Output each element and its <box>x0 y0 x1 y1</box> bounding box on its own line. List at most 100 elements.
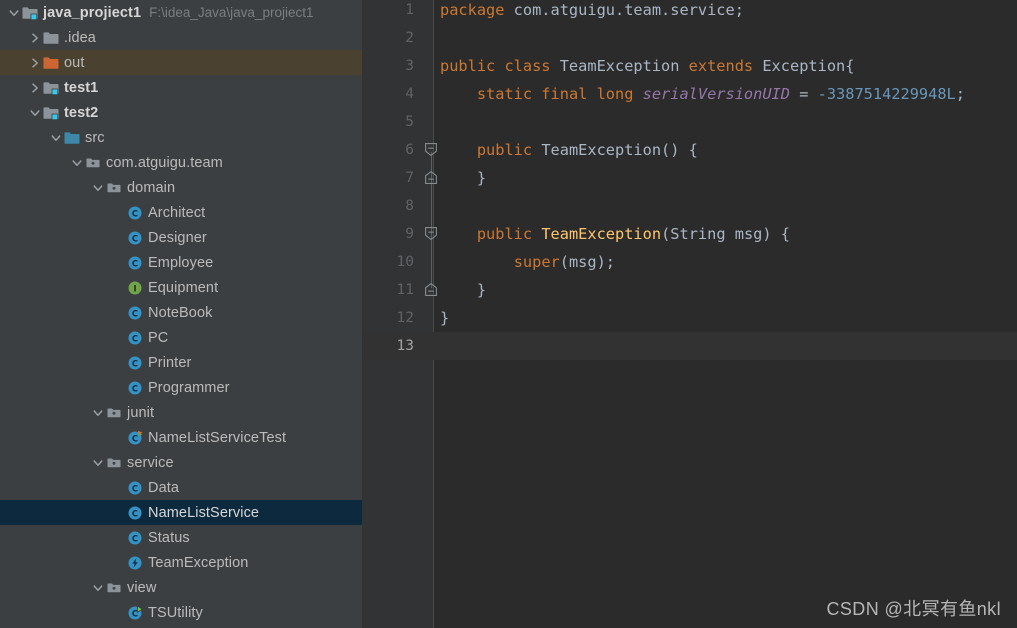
chevron-right-icon[interactable] <box>27 25 43 50</box>
fold-collapse-up-icon[interactable] <box>424 276 440 304</box>
tree-item-test1[interactable]: test1 <box>0 75 362 100</box>
tree-item-designer[interactable]: C Designer <box>0 225 362 250</box>
java-class-icon: C <box>127 230 143 246</box>
code-line-12[interactable]: 12} <box>362 304 1017 332</box>
tree-item-service[interactable]: service <box>0 450 362 475</box>
code-line-4[interactable]: 4 static final long serialVersionUID = -… <box>362 80 1017 108</box>
tree-item-label: TSUtility <box>148 604 203 621</box>
tree-item-label: NoteBook <box>148 304 213 321</box>
tree-item-programmer[interactable]: C Programmer <box>0 375 362 400</box>
package-icon <box>106 455 122 471</box>
tree-item-label: .idea <box>64 29 96 46</box>
tree-chevron-placeholder <box>111 525 127 550</box>
tree-chevron-placeholder <box>111 375 127 400</box>
java-test-class-icon: C <box>127 430 143 446</box>
code-line-10[interactable]: 10 super(msg); <box>362 248 1017 276</box>
line-number: 12 <box>396 310 414 326</box>
svg-text:C: C <box>132 258 138 268</box>
line-number: 7 <box>405 170 414 186</box>
tree-item-label: domain <box>127 179 176 196</box>
tree-chevron-placeholder <box>111 350 127 375</box>
tree-item-printer[interactable]: C Printer <box>0 350 362 375</box>
code-line-6[interactable]: 6 public TeamException() { <box>362 136 1017 164</box>
tree-chevron-placeholder <box>111 500 127 525</box>
tree-item-teamexception[interactable]: TeamException <box>0 550 362 575</box>
code-editor[interactable]: 1 package com.atguigu.team.service; 2 3 publ… <box>362 0 1017 628</box>
code-line-8[interactable]: 8 <box>362 192 1017 220</box>
line-number: 3 <box>405 58 414 74</box>
chevron-down-icon[interactable] <box>90 400 106 425</box>
fold-collapse-down-icon[interactable] <box>424 220 440 248</box>
tree-item-status[interactable]: C Status <box>0 525 362 550</box>
package-icon <box>106 405 122 421</box>
module-folder-icon <box>43 105 59 121</box>
code-text: public TeamException(String msg) { <box>476 225 790 243</box>
code-line-13[interactable]: 13 <box>362 332 1017 360</box>
package-icon <box>106 180 122 196</box>
code-text: } <box>440 169 487 187</box>
tree-item-domain[interactable]: domain <box>0 175 362 200</box>
java-class-icon: C <box>127 355 143 371</box>
code-text: package com.atguigu.team.service; <box>440 1 744 19</box>
tree-item-test2[interactable]: test2 <box>0 100 362 125</box>
svg-text:C: C <box>132 308 138 318</box>
svg-text:C: C <box>132 358 138 368</box>
chevron-down-icon[interactable] <box>48 125 64 150</box>
code-line-3[interactable]: 3 public class TeamException extends Exce… <box>362 52 1017 80</box>
tree-item-label: Designer <box>148 229 207 246</box>
tree-item-label: Architect <box>148 204 206 221</box>
line-number: 13 <box>396 338 414 354</box>
line-number: 10 <box>396 254 414 270</box>
project-tree[interactable]: java_projiect1 F:\idea_Java\java_projiect… <box>0 0 362 625</box>
tree-item-namelistservicetest[interactable]: C NameListServiceTest <box>0 425 362 450</box>
line-number: 4 <box>405 86 414 102</box>
tree-item-label: java_projiect1 <box>43 4 142 21</box>
tree-item-tsutility[interactable]: C TSUtility <box>0 600 362 625</box>
chevron-down-icon[interactable] <box>90 175 106 200</box>
tree-item--idea[interactable]: .idea <box>0 25 362 50</box>
tree-item-pc[interactable]: C PC <box>0 325 362 350</box>
tree-item-out[interactable]: out <box>0 50 362 75</box>
code-line-9[interactable]: 9 public TeamException(String msg) { <box>362 220 1017 248</box>
chevron-right-icon[interactable] <box>27 75 43 100</box>
line-number: 5 <box>405 114 414 130</box>
tree-item-equipment[interactable]: I Equipment <box>0 275 362 300</box>
tree-item-notebook[interactable]: C NoteBook <box>0 300 362 325</box>
code-text: static final long serialVersionUID = -33… <box>476 85 965 103</box>
chevron-right-icon[interactable] <box>27 50 43 75</box>
tree-item-junit[interactable]: junit <box>0 400 362 425</box>
svg-text:C: C <box>132 483 138 493</box>
line-number: 9 <box>405 226 414 242</box>
tree-item-src[interactable]: src <box>0 125 362 150</box>
tree-item-view[interactable]: view <box>0 575 362 600</box>
java-runnable-class-icon: C <box>127 604 144 621</box>
code-line-7[interactable]: 7 } <box>362 164 1017 192</box>
chevron-down-icon[interactable] <box>27 100 43 125</box>
tree-chevron-placeholder <box>111 550 127 575</box>
ide-window: java_projiect1 F:\idea_Java\java_projiect… <box>0 0 1017 628</box>
project-tree-panel[interactable]: java_projiect1 F:\idea_Java\java_projiect… <box>0 0 362 628</box>
tree-item-data[interactable]: C Data <box>0 475 362 500</box>
code-text: } <box>440 281 487 299</box>
tree-item-namelistservice[interactable]: C NameListService <box>0 500 362 525</box>
code-line-11[interactable]: 11 } <box>362 276 1017 304</box>
fold-collapse-down-icon[interactable] <box>424 136 440 164</box>
chevron-down-icon[interactable] <box>69 150 85 175</box>
chevron-down-icon[interactable] <box>90 450 106 475</box>
code-line-2[interactable]: 2 <box>362 24 1017 52</box>
code-text: public class TeamException extends Excep… <box>440 57 855 75</box>
tree-item-architect[interactable]: C Architect <box>0 200 362 225</box>
code-line-5[interactable]: 5 <box>362 108 1017 136</box>
chevron-down-icon[interactable] <box>6 0 22 25</box>
code-line-1[interactable]: 1 package com.atguigu.team.service; <box>362 0 1017 24</box>
watermark-text: CSDN @北冥有鱼nkl <box>826 599 1001 619</box>
chevron-down-icon[interactable] <box>90 575 106 600</box>
tree-item-java-projiect1[interactable]: java_projiect1 F:\idea_Java\java_projiect… <box>0 0 362 25</box>
java-class-icon: C <box>127 480 143 496</box>
tree-item-com-atguigu-team[interactable]: com.atguigu.team <box>0 150 362 175</box>
tree-item-label: src <box>85 129 105 146</box>
folder-gray-icon <box>43 30 59 46</box>
java-class-icon: C <box>127 205 143 221</box>
tree-item-employee[interactable]: C Employee <box>0 250 362 275</box>
fold-collapse-up-icon[interactable] <box>424 164 440 192</box>
